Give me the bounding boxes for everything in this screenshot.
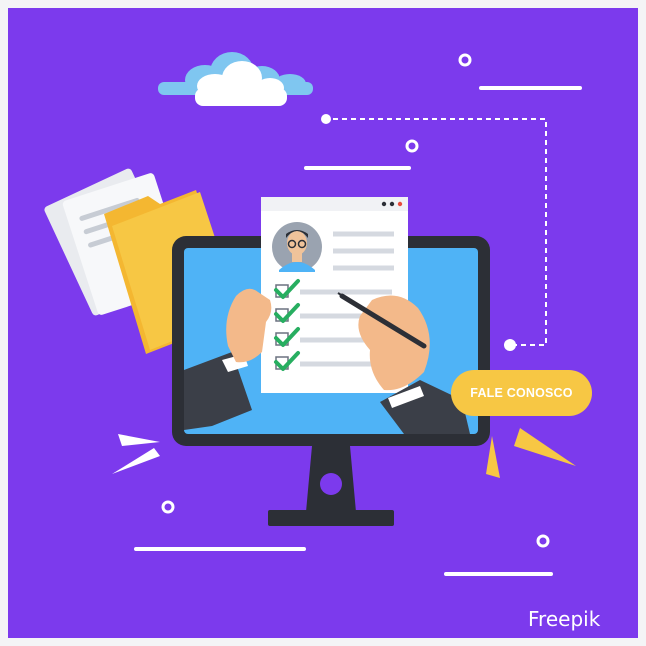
fale-conosco-button[interactable]: FALE CONOSCO [451, 370, 592, 416]
illustration-stage: FALE CONOSCO Freepik [0, 0, 646, 646]
freepik-credit: Freepik [528, 607, 601, 631]
avatar-icon [272, 222, 322, 272]
illustration [8, 8, 638, 638]
